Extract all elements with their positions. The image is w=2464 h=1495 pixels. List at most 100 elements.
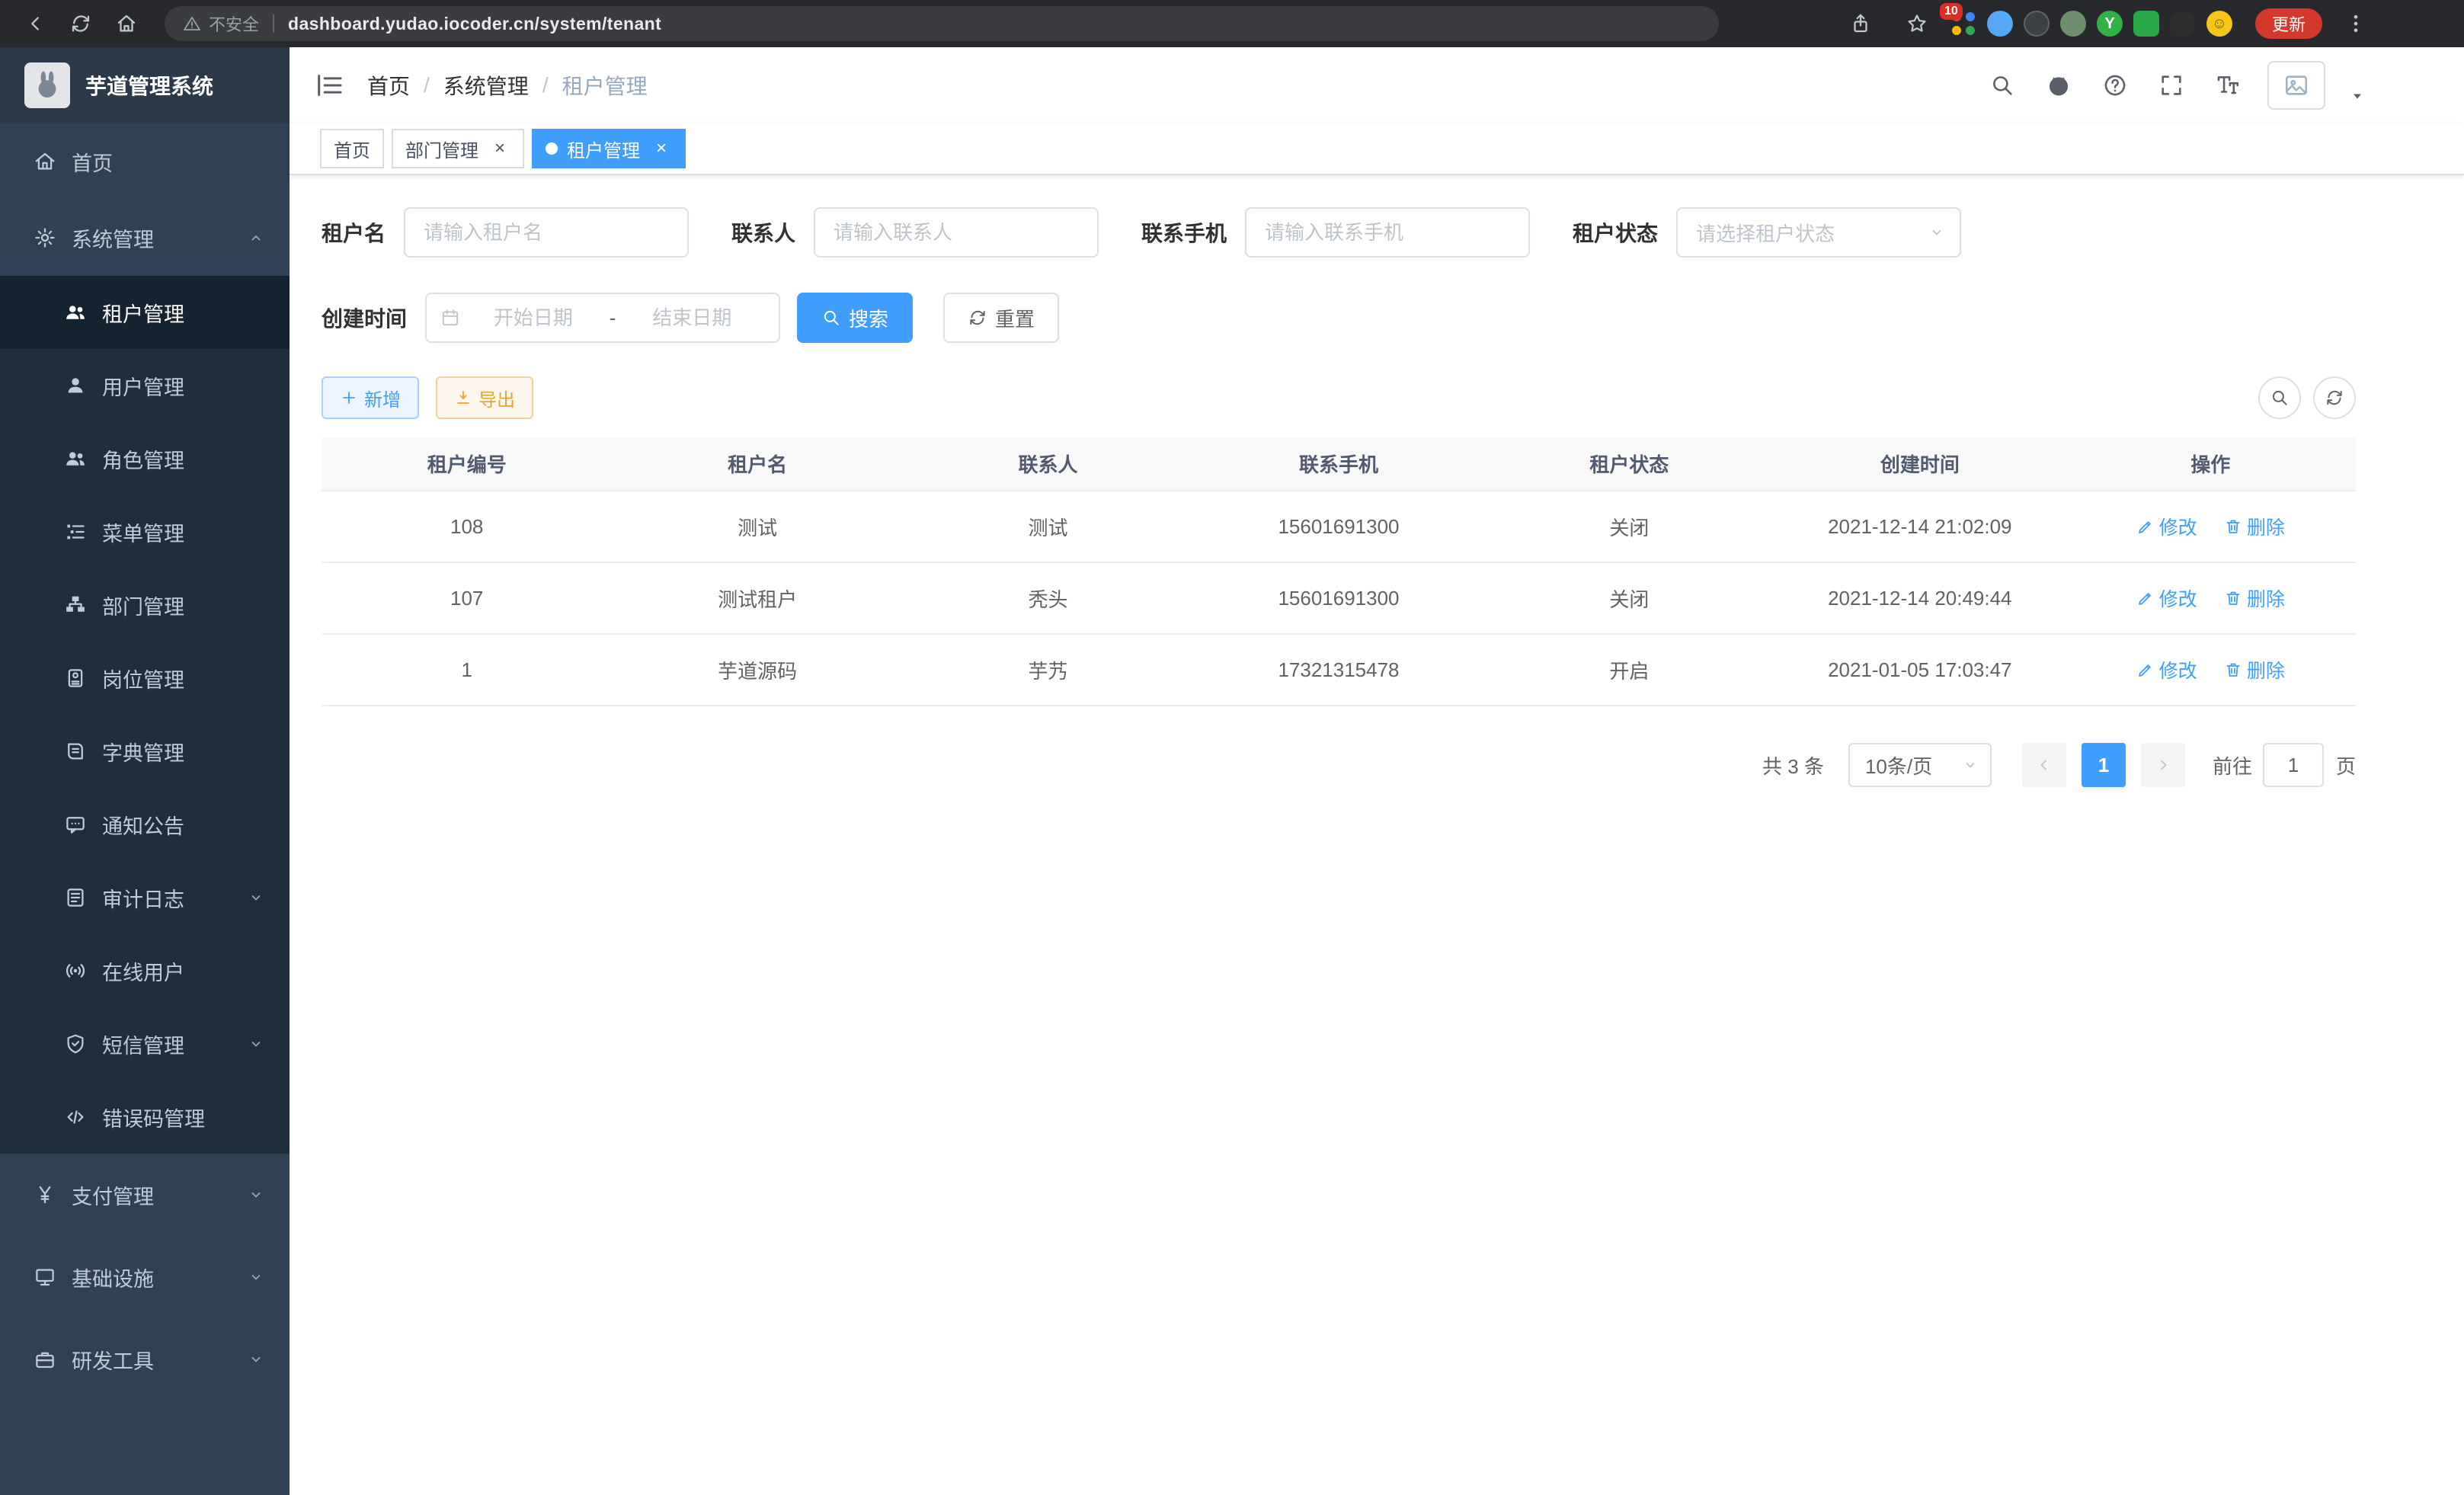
breadcrumb-home[interactable]: 首页 <box>367 70 410 101</box>
sidebar-item-error-code[interactable]: 错误码管理 <box>0 1080 290 1154</box>
browser-toolbar: 不安全 dashboard.yudao.iocoder.cn/system/te… <box>0 0 2464 47</box>
sidebar-item-notice[interactable]: 通知公告 <box>0 788 290 861</box>
avatar[interactable] <box>2267 61 2325 110</box>
extension-icon[interactable] <box>2133 11 2159 37</box>
contact-input[interactable] <box>814 207 1099 258</box>
sidebar-item-dict-management[interactable]: 字典管理 <box>0 715 290 788</box>
reset-button[interactable]: 重置 <box>943 293 1059 343</box>
cell-tenant-id: 1 <box>322 634 612 706</box>
browser-menu-button[interactable] <box>2338 5 2374 42</box>
sidebar-item-menu-management[interactable]: 菜单管理 <box>0 495 290 568</box>
app-logo[interactable]: 芋道管理系统 <box>0 47 290 123</box>
close-icon[interactable]: × <box>651 138 672 159</box>
cell-status: 开启 <box>1484 634 1774 706</box>
breadcrumb-system[interactable]: 系统管理 <box>443 70 529 101</box>
sidebar-item-infrastructure[interactable]: 基础设施 <box>0 1236 290 1318</box>
phone-input[interactable] <box>1245 207 1530 258</box>
cell-tenant-id: 107 <box>322 562 612 634</box>
delete-link[interactable]: 删除 <box>2224 584 2285 612</box>
font-size-button[interactable] <box>2211 69 2245 102</box>
chevron-down-icon <box>247 1035 265 1053</box>
prev-page-button[interactable] <box>2022 743 2066 787</box>
extension-icon[interactable] <box>2024 11 2050 37</box>
sidebar-item-home[interactable]: 首页 <box>0 123 290 200</box>
sidebar-collapse-button[interactable] <box>314 70 344 101</box>
header-search-button[interactable] <box>1986 69 2019 102</box>
next-page-button[interactable] <box>2141 743 2185 787</box>
phone-label: 联系手机 <box>1141 217 1227 248</box>
browser-update-button[interactable]: 更新 <box>2255 8 2322 39</box>
tab-home[interactable]: 首页 <box>320 129 384 168</box>
edit-link[interactable]: 修改 <box>2136 584 2197 612</box>
goto-page-input[interactable] <box>2263 743 2324 787</box>
cell-phone: 15601691300 <box>1193 562 1483 634</box>
delete-link[interactable]: 删除 <box>2224 513 2285 540</box>
browser-back-button[interactable] <box>17 5 53 42</box>
add-button[interactable]: 新增 <box>322 376 419 419</box>
plus-icon <box>340 389 358 407</box>
close-icon[interactable]: × <box>489 138 510 159</box>
tenant-name-label: 租户名 <box>322 217 386 248</box>
extension-icon[interactable]: 10 <box>1950 11 1976 37</box>
tab-dept-management[interactable]: 部门管理 × <box>392 129 524 168</box>
sidebar-item-label: 通知公告 <box>102 810 184 840</box>
roles-icon <box>64 447 87 470</box>
profile-avatar-icon[interactable]: ☺ <box>2206 11 2232 37</box>
site-security-indicator[interactable]: 不安全 <box>183 11 259 36</box>
table-row: 1 芋道源码 芋艿 17321315478 开启 2021-01-05 17:0… <box>322 634 2356 706</box>
sidebar-item-user-management[interactable]: 用户管理 <box>0 349 290 422</box>
extension-icon[interactable] <box>2170 11 2196 37</box>
url-text: dashboard.yudao.iocoder.cn/system/tenant <box>288 14 661 34</box>
show-search-toggle-button[interactable] <box>2258 376 2301 419</box>
sidebar-item-payment[interactable]: 支付管理 <box>0 1154 290 1236</box>
github-button[interactable] <box>2042 69 2075 102</box>
sidebar-item-audit-log[interactable]: 审计日志 <box>0 861 290 934</box>
security-label: 不安全 <box>209 11 259 36</box>
edit-link[interactable]: 修改 <box>2136 656 2197 683</box>
sidebar-item-tenant-management[interactable]: 租户管理 <box>0 276 290 349</box>
sidebar-item-dev-tools[interactable]: 研发工具 <box>0 1318 290 1401</box>
date-start-input[interactable] <box>460 306 606 330</box>
column-header-contact: 联系人 <box>903 437 1193 491</box>
search-button[interactable]: 搜索 <box>797 293 913 343</box>
export-button[interactable]: 导出 <box>436 376 533 419</box>
extension-icon[interactable] <box>1987 11 2013 37</box>
sidebar-item-label: 研发工具 <box>72 1345 154 1375</box>
date-range-picker[interactable]: - <box>425 293 780 343</box>
page-number-button[interactable]: 1 <box>2082 743 2126 787</box>
caret-down-icon[interactable] <box>2348 87 2366 105</box>
monitor-icon <box>34 1266 56 1289</box>
sidebar: 芋道管理系统 首页 系统管理 租户管理 用户管理 角色管理 菜单管理 <box>0 47 290 1495</box>
delete-link[interactable]: 删除 <box>2224 656 2285 683</box>
address-bar[interactable]: 不安全 dashboard.yudao.iocoder.cn/system/te… <box>165 6 1719 41</box>
sidebar-item-post-management[interactable]: 岗位管理 <box>0 642 290 715</box>
share-button[interactable] <box>1842 5 1879 42</box>
sidebar-item-sms-management[interactable]: 短信管理 <box>0 1007 290 1080</box>
column-header-created: 创建时间 <box>1774 437 2065 491</box>
tab-tenant-management[interactable]: 租户管理 × <box>532 129 686 168</box>
table-toolbar: 新增 导出 <box>322 376 2356 419</box>
sidebar-item-label: 部门管理 <box>102 591 184 620</box>
browser-home-button[interactable] <box>108 5 145 42</box>
help-button[interactable] <box>2098 69 2132 102</box>
date-end-input[interactable] <box>619 306 765 330</box>
sidebar-item-online-users[interactable]: 在线用户 <box>0 934 290 1007</box>
status-select[interactable]: 请选择租户状态 <box>1676 207 1961 258</box>
extension-icon[interactable]: Y <box>2097 11 2123 37</box>
trash-icon <box>2224 661 2242 679</box>
tenant-name-input[interactable] <box>404 207 689 258</box>
bookmark-star-button[interactable] <box>1899 5 1935 42</box>
extension-icon[interactable] <box>2060 11 2086 37</box>
log-document-icon <box>64 886 87 909</box>
breadcrumb-current: 租户管理 <box>562 70 648 101</box>
fullscreen-button[interactable] <box>2155 69 2188 102</box>
page-size-select[interactable]: 10条/页 <box>1848 743 1992 787</box>
app-header: 首页 / 系统管理 / 租户管理 <box>290 47 2464 123</box>
sidebar-item-system-management[interactable]: 系统管理 <box>0 200 290 276</box>
browser-reload-button[interactable] <box>62 5 99 42</box>
sidebar-item-role-management[interactable]: 角色管理 <box>0 422 290 495</box>
sidebar-item-dept-management[interactable]: 部门管理 <box>0 568 290 642</box>
edit-link[interactable]: 修改 <box>2136 513 2197 540</box>
broken-image-icon <box>2283 72 2309 98</box>
refresh-table-button[interactable] <box>2313 376 2356 419</box>
